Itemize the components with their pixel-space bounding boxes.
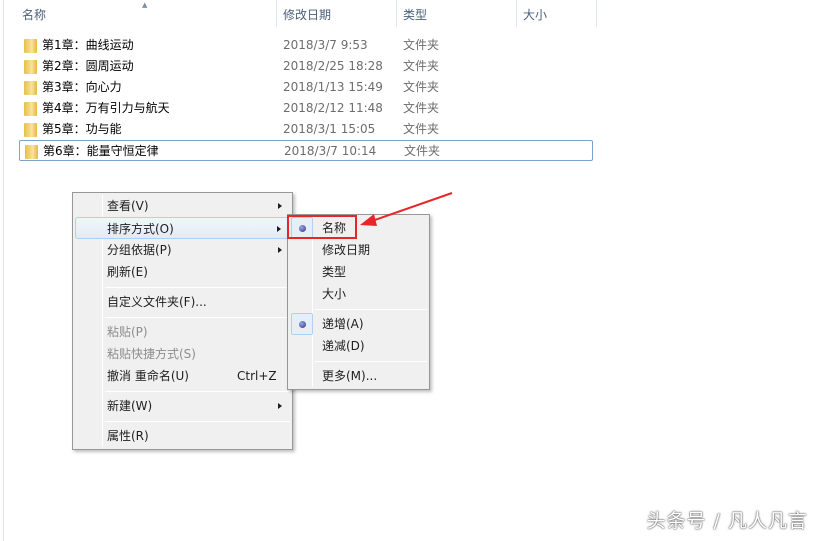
annotation-arrow-icon — [360, 192, 453, 226]
watermark: 头条号 / 凡人凡言 — [646, 510, 808, 532]
